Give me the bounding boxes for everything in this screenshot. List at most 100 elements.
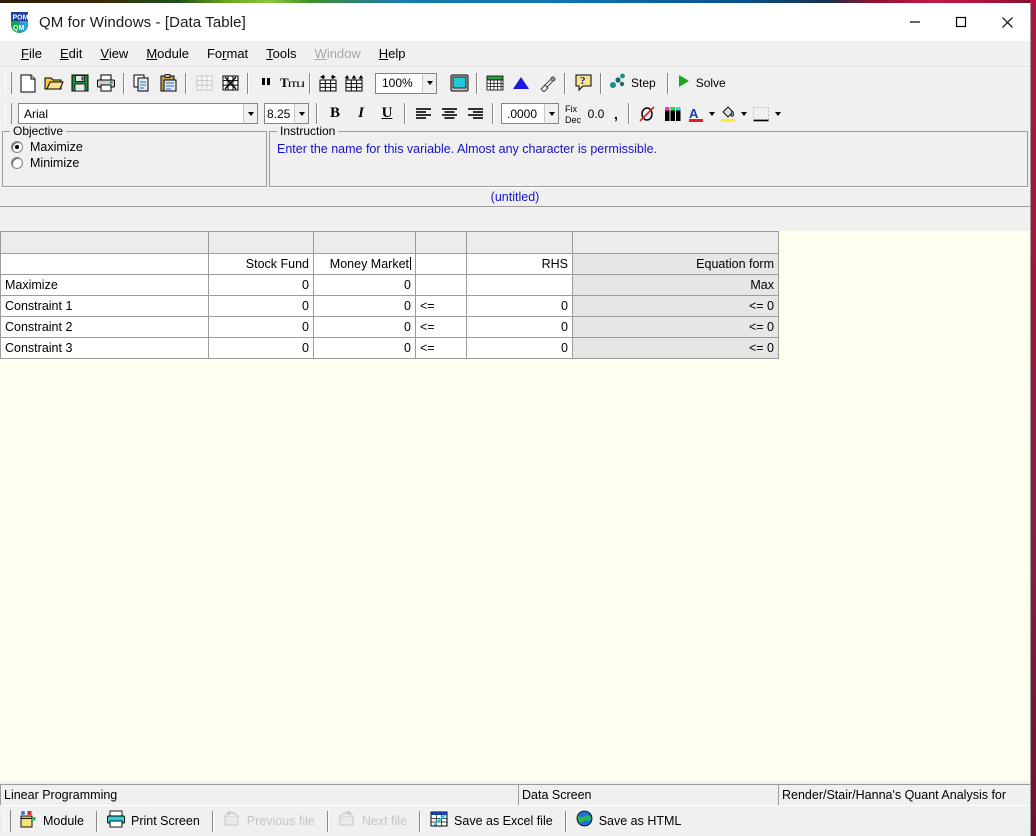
minimize-icon[interactable] [892, 3, 938, 41]
font-family-combo[interactable]: Arial [18, 103, 258, 124]
full-screen-icon[interactable] [446, 71, 472, 96]
font-family-value[interactable]: Arial [18, 103, 243, 124]
row-label[interactable]: Constraint 2 [0, 316, 209, 338]
fill-color-dropdown-arrow[interactable] [738, 101, 750, 126]
edit-table-icon[interactable] [217, 71, 243, 96]
align-right-icon[interactable] [462, 101, 488, 126]
pause-icon[interactable] [253, 71, 279, 96]
close-icon[interactable] [984, 3, 1030, 41]
copy-icon[interactable] [129, 71, 155, 96]
step-button[interactable]: Step [606, 71, 663, 96]
borders-dropdown-arrow[interactable] [772, 101, 784, 126]
maximize-icon[interactable] [938, 3, 984, 41]
document-title[interactable]: (untitled) [491, 190, 540, 204]
cell-sign[interactable] [415, 274, 467, 296]
menu-item-edit[interactable]: Edit [51, 43, 91, 64]
grid-header-money-market[interactable]: Money Market [313, 253, 416, 275]
radio-maximize-icon[interactable] [11, 141, 23, 153]
grid-col-selector-2[interactable] [313, 231, 416, 254]
cell-money-market[interactable]: 0 [313, 274, 416, 296]
data-table-icon[interactable] [482, 71, 508, 96]
cell-stock-fund[interactable]: 0 [208, 316, 314, 338]
decimals-combo[interactable]: .0000 [501, 103, 559, 124]
print-screen-button[interactable]: Print Screen [102, 808, 208, 834]
toolbar-grip[interactable] [5, 102, 12, 125]
font-size-dropdown-arrow[interactable] [294, 103, 309, 124]
help-question-icon[interactable]: ? [570, 71, 596, 96]
color-markers-icon[interactable] [660, 101, 686, 126]
row-label[interactable]: Constraint 1 [0, 295, 209, 317]
align-center-icon[interactable] [436, 101, 462, 126]
menu-item-format[interactable]: Format [198, 43, 257, 64]
grid-col-selector-1[interactable] [208, 231, 314, 254]
bottom-bar-grip[interactable] [4, 810, 11, 832]
cell-rhs[interactable]: 0 [466, 337, 573, 359]
row-label[interactable]: Constraint 3 [0, 337, 209, 359]
menu-item-view[interactable]: View [91, 43, 137, 64]
radio-minimize-icon[interactable] [11, 157, 23, 169]
cell-money-market[interactable]: 0 [313, 295, 416, 317]
italic-button[interactable]: I [348, 101, 374, 126]
insert-column-icon[interactable] [315, 71, 341, 96]
menu-item-help[interactable]: Help [370, 43, 415, 64]
new-file-icon[interactable] [15, 71, 41, 96]
align-left-icon[interactable] [410, 101, 436, 126]
paste-icon[interactable] [155, 71, 181, 96]
module-button[interactable]: Module [14, 808, 92, 834]
font-family-dropdown-arrow[interactable] [243, 103, 258, 124]
cell-rhs[interactable]: 0 [466, 295, 573, 317]
zoom-dropdown-arrow[interactable] [422, 72, 437, 94]
toolbar-grip[interactable] [5, 72, 12, 94]
objective-option-maximize[interactable]: Maximize [11, 140, 266, 154]
zoom-value[interactable]: 100% [375, 72, 422, 94]
insert-row-icon[interactable] [341, 71, 367, 96]
menu-item-tools[interactable]: Tools [257, 43, 305, 64]
objective-option-minimize[interactable]: Minimize [11, 156, 266, 170]
grid-corner-cell[interactable] [0, 231, 209, 254]
grid-header-rhs[interactable]: RHS [466, 253, 573, 275]
comma-button[interactable]: , [608, 101, 624, 126]
print-icon[interactable] [93, 71, 119, 96]
grid-col-selector-5[interactable] [572, 231, 779, 254]
row-label[interactable]: Maximize [0, 274, 209, 296]
title-text-icon[interactable]: TITLE [279, 71, 305, 96]
cell-money-market[interactable]: 0 [313, 316, 416, 338]
cell-sign[interactable]: <= [415, 295, 467, 317]
decimals-dropdown-arrow[interactable] [544, 103, 559, 124]
cell-sign[interactable]: <= [415, 316, 467, 338]
cell-money-market[interactable]: 0 [313, 337, 416, 359]
grid-col-selector-4[interactable] [466, 231, 573, 254]
graph-icon[interactable] [508, 71, 534, 96]
font-size-value[interactable]: 8.25 [264, 103, 294, 124]
cell-sign[interactable]: <= [415, 337, 467, 359]
borders-icon[interactable] [750, 101, 772, 126]
grid-header-stock-fund[interactable]: Stock Fund [208, 253, 314, 275]
save-as-html-button[interactable]: Save as HTML [571, 808, 690, 834]
cell-stock-fund[interactable]: 0 [208, 337, 314, 359]
cell-rhs[interactable] [466, 274, 573, 296]
cell-stock-fund[interactable]: 0 [208, 295, 314, 317]
grid-header-blank[interactable] [0, 253, 209, 275]
save-file-icon[interactable] [67, 71, 93, 96]
menu-item-file[interactable]: File [12, 43, 51, 64]
underline-button[interactable]: U [374, 101, 400, 126]
fill-color-icon[interactable] [718, 101, 738, 126]
cell-stock-fund[interactable]: 0 [208, 274, 314, 296]
grid-col-selector-3[interactable] [415, 231, 467, 254]
font-size-combo[interactable]: 8.25 [264, 103, 309, 124]
zoom-combo[interactable]: 100% [375, 72, 437, 94]
zero-decimal-button[interactable]: 0.0 [584, 101, 608, 126]
cell-rhs[interactable]: 0 [466, 316, 573, 338]
menu-item-module[interactable]: Module [137, 43, 198, 64]
grid-header-sign[interactable] [415, 253, 467, 275]
no-color-icon[interactable] [634, 101, 660, 126]
decimals-value[interactable]: .0000 [501, 103, 544, 124]
fix-dec-button[interactable]: Fix Dec [562, 101, 584, 126]
font-color-dropdown-arrow[interactable] [706, 101, 718, 126]
save-as-excel-button[interactable]: Save as Excel file [425, 808, 561, 834]
open-file-icon[interactable] [41, 71, 67, 96]
font-color-icon[interactable]: A [686, 101, 706, 126]
solve-button[interactable]: Solve [673, 71, 733, 96]
bold-button[interactable]: B [322, 101, 348, 126]
annotate-icon[interactable] [534, 71, 560, 96]
